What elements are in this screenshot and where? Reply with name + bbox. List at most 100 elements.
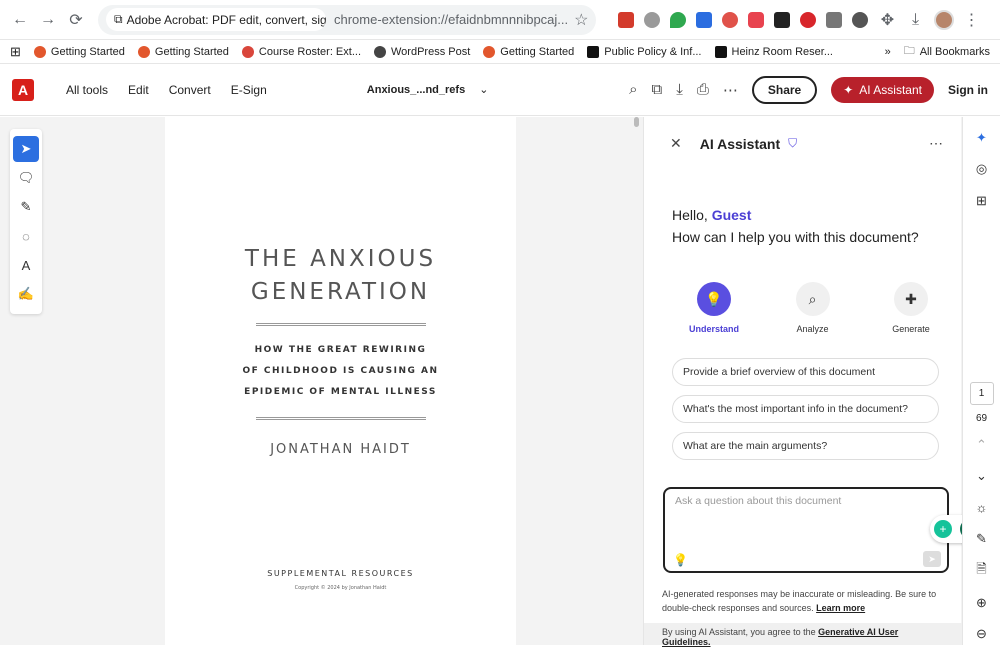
text-box-icon[interactable]: A [13,252,39,278]
help-question: How can I help you with this document? [672,229,919,245]
download-icon[interactable]: ⤓ [676,81,683,98]
more-options-icon[interactable]: ⋯ [929,135,943,152]
site-chip[interactable]: ⧉ Adobe Acrobat: PDF edit, convert, sign… [106,8,326,31]
lasso-icon[interactable]: ◌ [13,223,39,249]
leaf-icon[interactable] [670,11,687,28]
acrobat-logo-icon[interactable]: A [12,78,34,101]
menu-kebab-icon[interactable]: ⋮ [963,6,979,34]
user-name: Guest [711,207,752,223]
document-scrollbar[interactable] [634,117,639,127]
bookmark-label: Getting Started [500,45,575,58]
send-icon[interactable]: ➤ [923,551,941,567]
disclaimer-text: AI-generated responses may be inaccurate… [662,589,937,613]
firefox-icon [483,45,496,58]
zoom-out-icon[interactable]: ⊖ [971,624,993,646]
acrobat-menu: All tools Edit Convert E-Sign [66,83,267,97]
all-bookmarks-button[interactable]: 🗀 All Bookmarks [904,42,990,61]
subtitle-line: HOW THE GREAT REWIRING [254,345,427,355]
ask-input[interactable]: Ask a question about this document 💡 ➤ [663,487,949,573]
timer-ext-icon[interactable] [852,11,869,28]
menu-esign[interactable]: E-Sign [231,83,267,97]
menu-edit[interactable]: Edit [128,83,149,97]
filename-dropdown[interactable]: Anxious_...nd_refs ⌄ [367,83,489,97]
z-ext-icon[interactable] [826,11,843,28]
asana-icon[interactable] [722,11,739,28]
url-text[interactable]: chrome-extension://efaidnbmnnnibpcaj... [334,12,568,27]
menu-convert[interactable]: Convert [169,83,211,97]
close-icon[interactable]: ✕ [670,135,682,152]
page-number-input[interactable]: 1 [969,381,994,405]
bookmark-item[interactable]: WordPress Post [374,45,471,58]
bookmark-label: Heinz Room Reser... [731,45,833,58]
pen-icon[interactable]: ✎ [971,529,993,551]
mode-understand[interactable]: 💡 Understand [684,282,744,334]
suggestion-chip[interactable]: Provide a brief overview of this documen… [672,358,939,386]
reload-icon[interactable]: ⟳ [62,6,90,34]
download-icon[interactable]: ⤓ [906,6,924,34]
search-icon[interactable]: ⌕ [629,81,637,98]
rule-divider [255,417,426,420]
pocket-icon[interactable] [748,11,765,28]
sign-icon[interactable]: ✍ [13,281,39,307]
greeting-prefix: Hello, [672,207,712,223]
file-icon[interactable]: 🗎 [971,560,993,582]
comment-icon[interactable]: ◎ [971,159,993,181]
comment-icon[interactable]: 🗨 [13,165,39,191]
blue-ext-icon[interactable] [696,11,713,28]
learn-more-link[interactable]: Learn more [816,603,865,613]
apps-grid-icon[interactable]: ⊞ [10,44,21,60]
sign-in-button[interactable]: Sign in [948,83,988,97]
terms-text: By using AI Assistant, you agree to the [662,627,819,637]
prompt-tips-icon[interactable]: 💡 [673,553,688,567]
share-button[interactable]: Share [751,75,818,104]
bookmark-label: Getting Started [154,45,229,58]
ai-sparkle-icon: ✦ [843,82,854,97]
forward-icon[interactable]: → [34,6,62,34]
magnify-sparkle-icon: ⌕ [795,282,830,316]
zoom-in-icon[interactable]: ⊕ [971,592,993,614]
theme-icon[interactable]: ☼ [971,497,993,519]
bookmark-item[interactable]: Getting Started [33,45,125,58]
bookmark-star-icon[interactable]: ☆ [574,10,588,30]
page-up-icon[interactable]: ⌃ [971,434,993,456]
back-icon[interactable]: ← [6,6,34,34]
suggestion-chip[interactable]: What are the main arguments? [672,432,939,460]
highlight-pen-icon[interactable]: ✎ [13,194,39,220]
mode-analyze[interactable]: ⌕ Analyze [783,282,843,334]
k-ext-icon[interactable] [774,11,791,28]
ai-assistant-button[interactable]: ✦ AI Assistant [831,76,934,103]
bookmark-item[interactable]: Getting Started [137,45,229,58]
bookmark-item[interactable]: Getting Started [483,45,575,58]
bookmark-item[interactable]: Course Roster: Ext... [241,45,361,58]
bookmark-label: WordPress Post [391,45,471,58]
suggested-prompts: Provide a brief overview of this documen… [644,358,961,460]
todoist-icon[interactable] [618,11,635,28]
all-bookmarks-label: All Bookmarks [919,45,990,58]
chevron-down-icon: ⌄ [479,84,489,96]
bookmark-item[interactable]: Public Policy & Inf... [587,45,702,58]
select-cursor-icon[interactable]: ➤ [13,136,39,162]
ai-chat-icon[interactable]: ✦ [971,127,993,149]
puzzle-icon[interactable]: ✥ [878,6,896,34]
bookmark-item[interactable]: Heinz Room Reser... [714,45,833,58]
thumbnails-grid-icon[interactable]: ⊞ [971,190,993,212]
more-options-icon[interactable]: ⋯ [723,81,738,99]
grammarly-add-icon[interactable]: + [934,520,952,538]
print-icon[interactable]: ⎙ [697,81,709,98]
suggestion-chip[interactable]: What's the most important info in the do… [672,395,939,423]
terms-bar: By using AI Assistant, you agree to the … [644,623,962,647]
subtitle-line: OF CHILDHOOD IS CAUSING AN [242,366,439,376]
grammarly-ext-icon[interactable] [644,11,661,28]
profile-avatar[interactable] [934,9,955,30]
page-down-icon[interactable]: ⌄ [971,466,993,488]
bookmark-label: Course Roster: Ext... [258,45,361,58]
more-bookmarks-button[interactable]: » [885,46,891,58]
red-ext-icon[interactable] [800,11,817,28]
mode-generate[interactable]: ✚ Generate [881,282,941,334]
pages-icon[interactable]: ⧉ [652,81,663,98]
browser-toolbar: ← → ⟳ ⧉ Adobe Acrobat: PDF edit, convert… [0,0,1000,40]
acrobat-toolbar: A All tools Edit Convert E-Sign Anxious_… [0,64,1000,116]
menu-all-tools[interactable]: All tools [66,83,108,97]
heinz-icon [587,45,600,58]
address-bar[interactable]: ⧉ Adobe Acrobat: PDF edit, convert, sign… [98,4,597,35]
